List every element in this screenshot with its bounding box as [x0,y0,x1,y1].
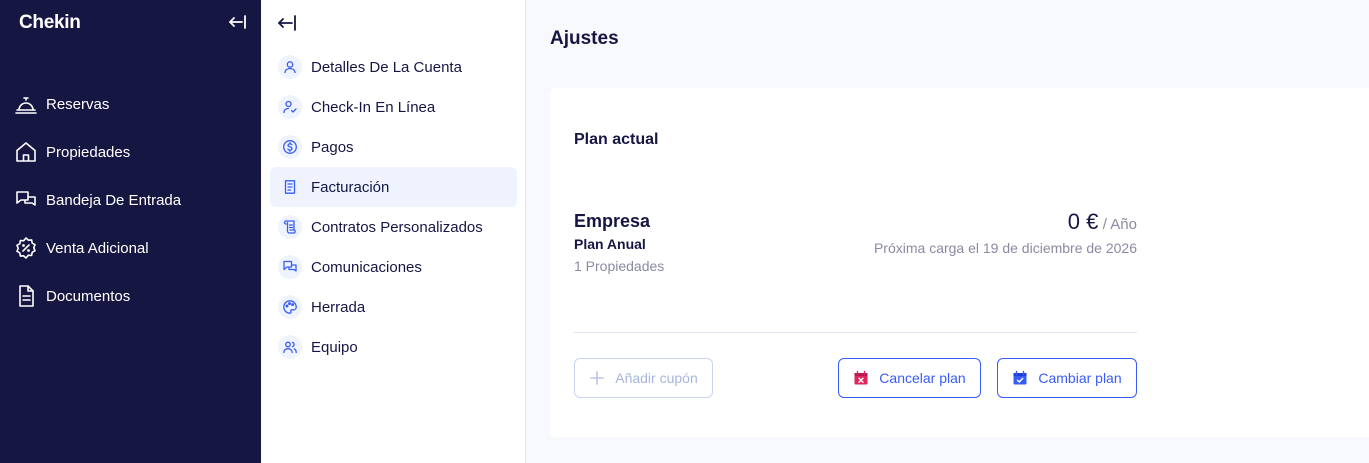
settings-item-label: Facturación [311,178,390,196]
page-title: Ajustes [550,28,619,49]
settings-item-label: Pagos [311,138,354,156]
settings-item-account-details[interactable]: Detalles De La Cuenta [270,47,517,87]
price-period: / Año [1102,216,1137,233]
settings-item-payments[interactable]: Pagos [270,127,517,167]
settings-item-team[interactable]: Equipo [270,327,517,367]
concierge-bell-icon [15,97,37,114]
cancel-plan-label: Cancelar plan [879,370,966,386]
add-coupon-label: Añadir cupón [615,370,698,386]
document-icon [19,285,34,307]
house-icon [16,142,36,162]
nav-item-label: Documentos [46,287,131,305]
chat-icon [278,255,302,279]
settings-item-communications[interactable]: Comunicaciones [270,247,517,287]
plus-icon [590,371,605,385]
settings-submenu: Detalles De La Cuenta Check-In En Línea … [261,0,526,463]
cancel-plan-button[interactable]: Cancelar plan [838,358,981,398]
contract-scroll-icon [278,215,302,239]
divider [574,332,1137,333]
card-title: Plan actual [574,131,659,148]
plan-properties-count: 1 Propiedades [574,258,665,274]
main-sidebar: Chekin Reservas Propiedades Bandeja De E… [0,0,261,463]
nav-item-documentos[interactable]: Documentos [0,272,261,320]
collapse-sidebar-icon[interactable] [227,12,247,32]
current-plan-card: Plan actual Empresa Plan Anual 1 Propied… [550,88,1369,437]
nav-item-label: Bandeja De Entrada [46,191,182,209]
dollar-icon [278,135,302,159]
plan-price: 0 € / Año [1068,209,1137,235]
calendar-cancel-icon [854,370,868,385]
plan-name: Empresa [574,211,651,231]
nav-item-label: Propiedades [46,143,131,161]
settings-item-branding[interactable]: Herrada [270,287,517,327]
nav-item-venta-adicional[interactable]: Venta Adicional [0,224,261,272]
nav-item-reservas[interactable]: Reservas [0,80,261,128]
change-plan-button[interactable]: Cambiar plan [997,358,1137,398]
settings-item-label: Check-In En Línea [311,98,436,116]
invoice-icon [278,175,302,199]
discount-badge-icon [16,237,36,259]
settings-item-billing[interactable]: Facturación [270,167,517,207]
plan-type: Plan Anual [574,236,646,252]
add-coupon-button[interactable]: Añadir cupón [574,358,713,398]
app-logo[interactable]: Chekin [19,12,81,34]
nav-item-label: Venta Adicional [46,239,149,257]
price-amount: 0 € [1067,209,1099,234]
back-arrow-icon[interactable] [276,12,298,34]
user-icon [278,55,302,79]
nav-item-propiedades[interactable]: Propiedades [0,128,261,176]
settings-item-label: Equipo [311,338,358,356]
settings-item-online-checkin[interactable]: Check-In En Línea [270,87,517,127]
nav-item-label: Reservas [46,95,110,113]
settings-item-label: Comunicaciones [311,258,422,276]
settings-item-label: Herrada [311,298,366,316]
inbox-chat-icon [16,191,36,206]
change-plan-label: Cambiar plan [1038,370,1122,386]
main-nav-list: Reservas Propiedades Bandeja De Entrada … [0,80,261,320]
settings-item-label: Detalles De La Cuenta [311,58,462,76]
nav-item-bandeja[interactable]: Bandeja De Entrada [0,176,261,224]
settings-item-label: Contratos Personalizados [311,218,483,236]
team-icon [278,335,302,359]
next-charge-date: Próxima carga el 19 de diciembre de 2026 [873,240,1137,256]
user-check-icon [278,95,302,119]
settings-item-custom-contracts[interactable]: Contratos Personalizados [270,207,517,247]
palette-icon [278,295,302,319]
calendar-check-icon [1013,370,1027,385]
settings-menu-list: Detalles De La Cuenta Check-In En Línea … [270,47,517,367]
